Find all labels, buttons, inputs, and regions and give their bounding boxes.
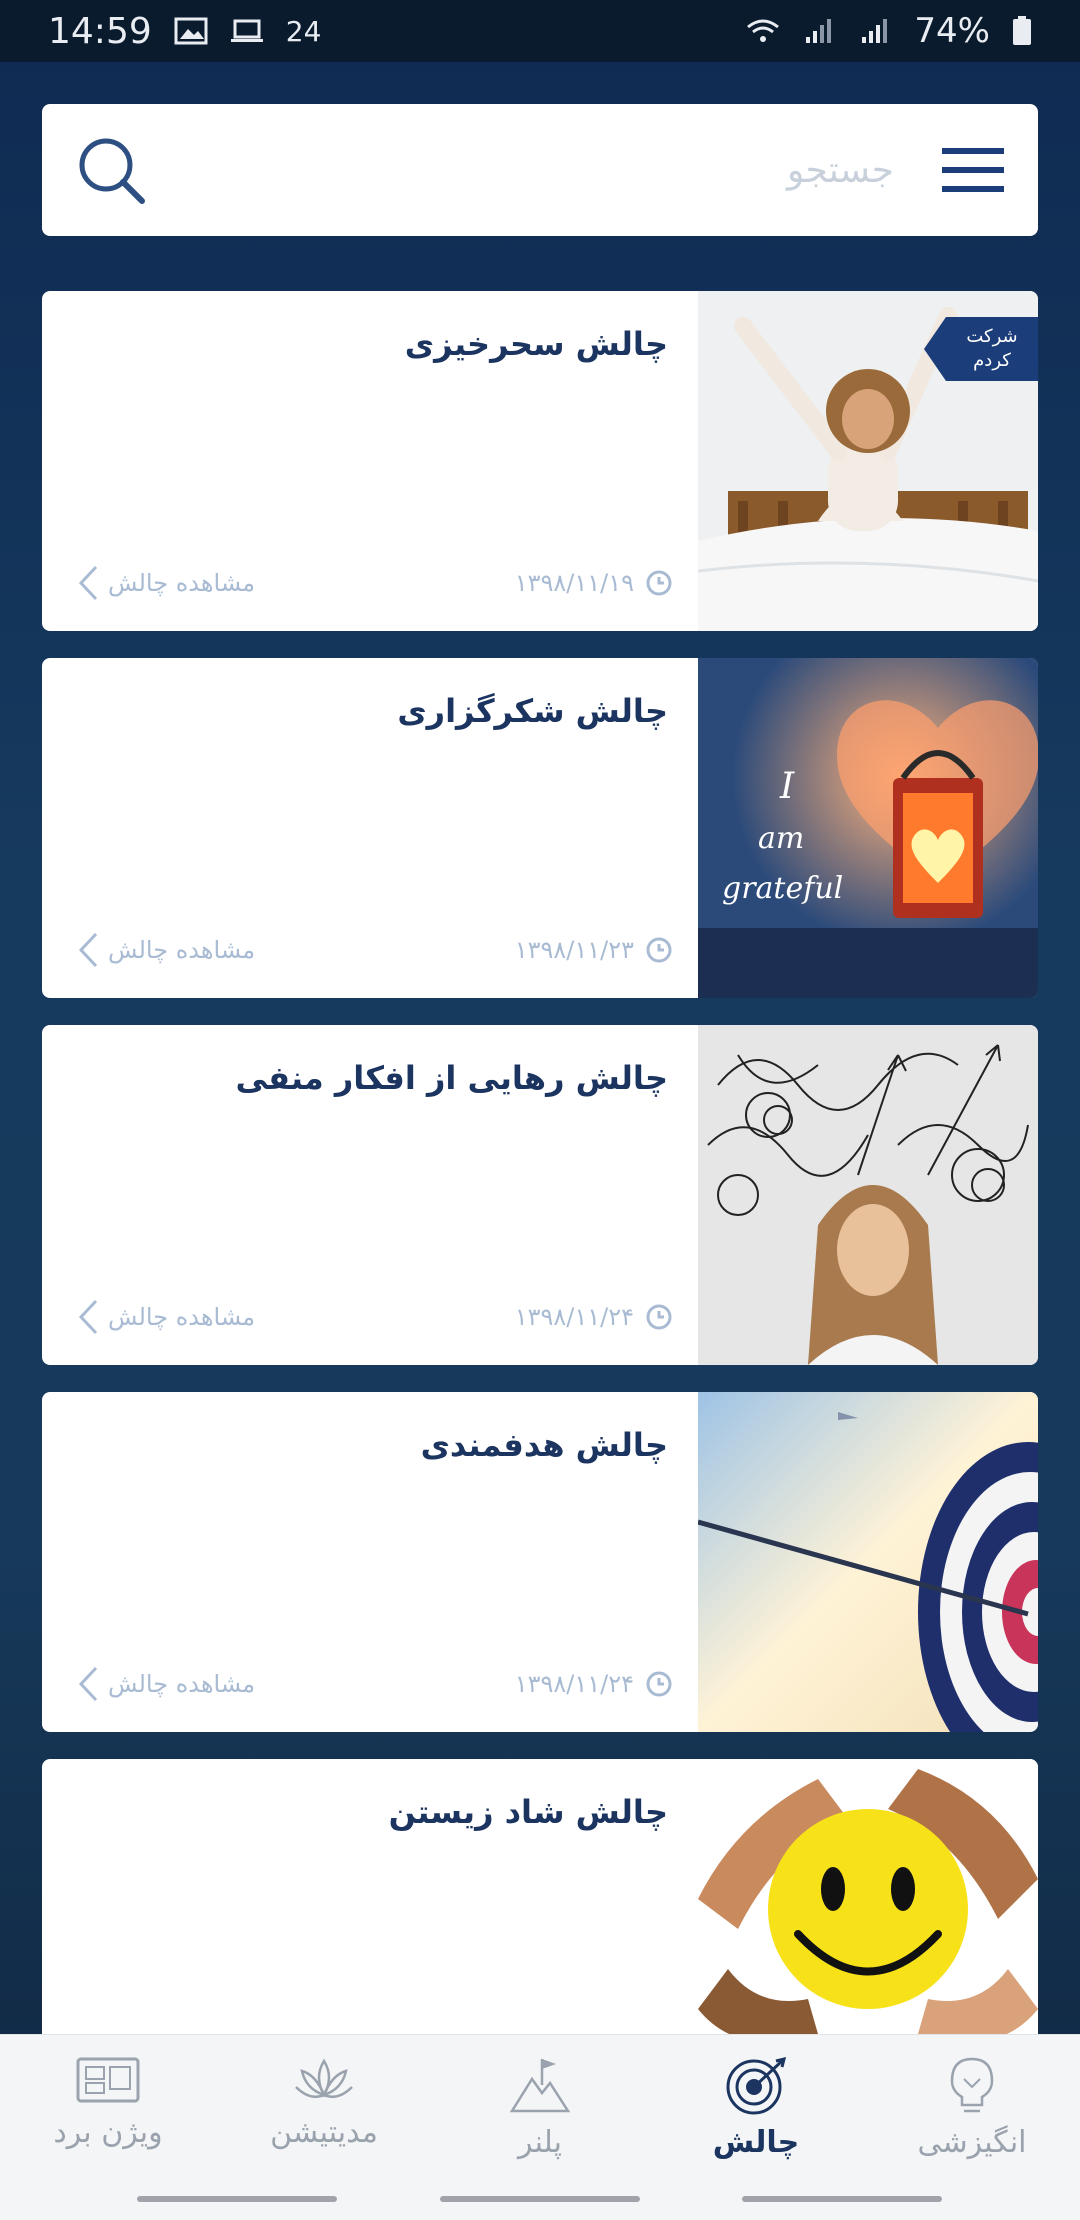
signal-icon: [806, 19, 832, 43]
chevron-left-icon: [78, 1299, 98, 1335]
nav-label: انگیزشی: [917, 2125, 1027, 2160]
menu-icon[interactable]: [942, 148, 1004, 192]
nav-label: چالش: [712, 2125, 800, 2160]
challenge-image-lantern: I am grateful: [698, 658, 1038, 998]
view-challenge-link[interactable]: مشاهده چالش: [78, 1299, 255, 1335]
nav-label: پلنر: [518, 2125, 562, 2160]
challenge-title: چالش هدفمندی: [420, 1426, 668, 1464]
vision-board-icon: [76, 2057, 140, 2103]
lotus-icon: [295, 2058, 353, 2098]
chevron-left-icon: [78, 1666, 98, 1702]
challenge-card[interactable]: چالش شاد زیستن: [42, 1759, 1038, 2034]
view-challenge-link[interactable]: مشاهده چالش: [78, 932, 255, 968]
challenge-image-negative-thoughts: [698, 1025, 1038, 1365]
challenge-image-target: [698, 1392, 1038, 1732]
mountain-flag-icon: [509, 2059, 571, 2113]
search-bar[interactable]: جستجو: [42, 104, 1038, 236]
view-challenge-link[interactable]: مشاهده چالش: [78, 565, 255, 601]
challenge-date: ۱۳۹۸/۱۱/۲۴: [515, 1303, 672, 1331]
challenge-title: چالش شاد زیستن: [388, 1793, 668, 1831]
nav-label: ویژن برد: [53, 2115, 163, 2150]
clock-icon: [646, 937, 672, 963]
challenge-title: چالش سحرخیزی: [404, 325, 668, 363]
challenge-date: ۱۳۹۸/۱۱/۲۴: [515, 1670, 672, 1698]
svg-text:am: am: [758, 821, 804, 856]
clock-icon: [646, 570, 672, 596]
search-input[interactable]: جستجو: [787, 150, 894, 191]
clock-icon: [646, 1671, 672, 1697]
bulb-icon: [950, 2057, 994, 2113]
bottom-navigation: ویژن برد مدیتیشن پلنر چالش انگیزشی: [0, 2034, 1080, 2220]
status-time: 14:59: [48, 10, 152, 52]
target-icon: [726, 2056, 787, 2115]
joined-badge: شرکت کردم: [924, 317, 1038, 381]
gesture-bar: [742, 2196, 942, 2202]
challenge-card[interactable]: I am grateful چالش شکرگزاری ۱۳۹۸/۱۱/۲۳ م…: [42, 658, 1038, 998]
svg-text:I: I: [779, 766, 795, 807]
challenge-card[interactable]: چالش هدفمندی ۱۳۹۸/۱۱/۲۴ مشاهده چالش: [42, 1392, 1038, 1732]
clock-icon: [646, 1304, 672, 1330]
challenge-image-smiley: [698, 1759, 1038, 2034]
challenge-date: ۱۳۹۸/۱۱/۲۳: [515, 936, 672, 964]
gesture-bar: [137, 2196, 337, 2202]
chevron-left-icon: [78, 932, 98, 968]
notification-count: 24: [285, 14, 322, 48]
signal-icon-2: [862, 19, 888, 43]
battery-icon: [1013, 16, 1031, 45]
svg-text:grateful: grateful: [722, 871, 843, 906]
view-challenge-link[interactable]: مشاهده چالش: [78, 1666, 255, 1702]
battery-percent: 74%: [914, 11, 990, 51]
challenge-card[interactable]: شرکت کردم چالش سحرخیزی ۱۳۹۸/۱۱/۱۹ مشاهده…: [42, 291, 1038, 631]
challenge-card[interactable]: چالش رهایی از افکار منفی ۱۳۹۸/۱۱/۲۴ مشاه…: [42, 1025, 1038, 1365]
search-icon[interactable]: [76, 135, 146, 205]
gesture-bar: [440, 2196, 640, 2202]
chevron-left-icon: [78, 565, 98, 601]
challenge-image-waking-up: شرکت کردم: [698, 291, 1038, 631]
gallery-icon: [174, 17, 208, 45]
status-bar: 14:59 24 74%: [0, 0, 1080, 62]
nav-label: مدیتیشن: [270, 2115, 378, 2150]
challenge-title: چالش شکرگزاری: [397, 692, 668, 730]
laptop-icon: [230, 19, 263, 42]
wifi-icon: [747, 19, 780, 42]
challenge-date: ۱۳۹۸/۱۱/۱۹: [515, 569, 672, 597]
challenge-title: چالش رهایی از افکار منفی: [235, 1059, 668, 1097]
